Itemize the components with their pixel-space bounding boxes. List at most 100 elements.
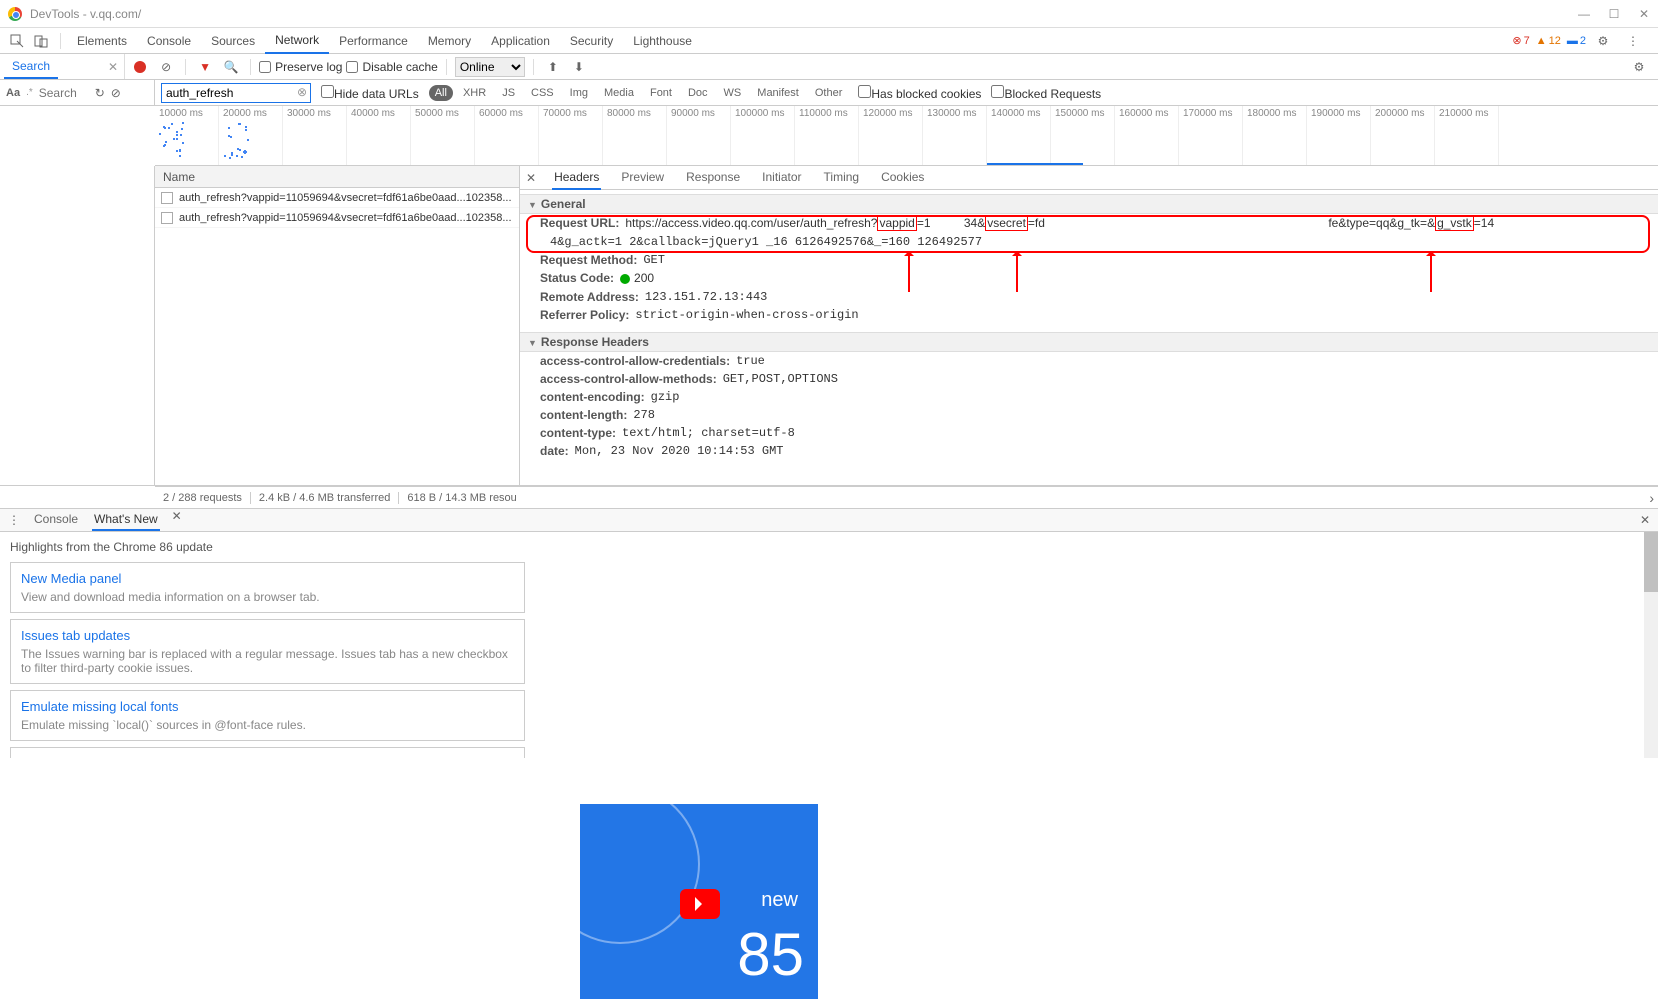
filter-input[interactable] bbox=[161, 83, 311, 103]
clear-search-icon[interactable]: ⊘ bbox=[111, 86, 121, 100]
request-checkbox[interactable] bbox=[161, 212, 173, 224]
drawer-tab-console[interactable]: Console bbox=[32, 509, 80, 531]
settings-gear-icon[interactable]: ⚙ bbox=[1592, 30, 1614, 52]
whatsnew-card[interactable]: New Media panelView and download media i… bbox=[10, 562, 525, 613]
close-drawer-icon[interactable]: ✕ bbox=[1640, 513, 1650, 527]
filter-icon[interactable]: ▼ bbox=[196, 58, 214, 76]
type-filter-other[interactable]: Other bbox=[809, 85, 849, 101]
maximize-button[interactable]: ☐ bbox=[1608, 8, 1620, 20]
throttling-select[interactable]: Online bbox=[455, 57, 525, 77]
refresh-icon[interactable]: ↻ bbox=[95, 86, 105, 100]
detail-tab-headers[interactable]: Headers bbox=[552, 166, 601, 190]
upload-har-icon[interactable]: ⬆ bbox=[544, 58, 562, 76]
timeline-tick: 200000 ms bbox=[1371, 106, 1435, 165]
clear-button[interactable]: ⊘ bbox=[157, 58, 175, 76]
clear-filter-icon[interactable]: ⊗ bbox=[297, 85, 307, 99]
timeline-tick: 30000 ms bbox=[283, 106, 347, 165]
drawer-tab-what-s-new[interactable]: What's New bbox=[92, 509, 160, 531]
tab-sources[interactable]: Sources bbox=[201, 28, 265, 54]
blocked-requests-checkbox[interactable]: Blocked Requests bbox=[991, 85, 1101, 101]
timeline-tick: 150000 ms bbox=[1051, 106, 1115, 165]
request-list-panel: Name auth_refresh?vappid=11059694&vsecre… bbox=[155, 166, 520, 485]
detail-tab-initiator[interactable]: Initiator bbox=[760, 166, 803, 190]
inspect-icon[interactable] bbox=[6, 30, 28, 52]
annotation-gvstk: g_vstk bbox=[1435, 215, 1474, 231]
message-count[interactable]: ▬ 2 bbox=[1567, 35, 1586, 47]
preserve-log-checkbox[interactable]: Preserve log bbox=[259, 60, 342, 74]
drawer-tab-strip: ⋮ Console What's New ✕ ✕ bbox=[0, 508, 1658, 532]
search-panel-tab[interactable]: Search bbox=[4, 55, 58, 79]
request-row[interactable]: auth_refresh?vappid=11059694&vsecret=fdf… bbox=[155, 208, 519, 228]
type-filter-font[interactable]: Font bbox=[644, 85, 678, 101]
card-title[interactable]: New Media panel bbox=[21, 571, 514, 586]
window-title: DevTools - v.qq.com/ bbox=[30, 7, 1578, 21]
hide-data-urls-checkbox[interactable]: Hide data URLs bbox=[321, 85, 419, 101]
device-toggle-icon[interactable] bbox=[30, 30, 52, 52]
response-header-row: access-control-allow-credentials:true bbox=[520, 352, 1658, 370]
search-input[interactable] bbox=[39, 86, 89, 100]
record-button[interactable] bbox=[131, 58, 149, 76]
request-row[interactable]: auth_refresh?vappid=11059694&vsecret=fdf… bbox=[155, 188, 519, 208]
separator bbox=[60, 33, 61, 49]
timeline-tick: 170000 ms bbox=[1179, 106, 1243, 165]
disable-cache-checkbox[interactable]: Disable cache bbox=[346, 60, 437, 74]
request-checkbox[interactable] bbox=[161, 192, 173, 204]
type-filter-xhr[interactable]: XHR bbox=[457, 85, 492, 101]
timeline-tick: 70000 ms bbox=[539, 106, 603, 165]
type-filter-css[interactable]: CSS bbox=[525, 85, 560, 101]
network-settings-icon[interactable]: ⚙ bbox=[1630, 58, 1648, 76]
type-filter-js[interactable]: JS bbox=[496, 85, 521, 101]
timeline-tick: 50000 ms bbox=[411, 106, 475, 165]
card-desc: The Issues warning bar is replaced with … bbox=[21, 647, 514, 675]
type-filter-ws[interactable]: WS bbox=[718, 85, 748, 101]
tab-elements[interactable]: Elements bbox=[67, 28, 137, 54]
scroll-right-icon[interactable]: › bbox=[1649, 490, 1654, 506]
close-search-icon[interactable]: ✕ bbox=[108, 60, 118, 74]
search-icon[interactable]: 🔍 bbox=[222, 58, 240, 76]
tab-performance[interactable]: Performance bbox=[329, 28, 418, 54]
more-icon[interactable]: ⋮ bbox=[1622, 30, 1644, 52]
card-title[interactable]: Emulate inactive users bbox=[21, 756, 514, 758]
detail-tab-timing[interactable]: Timing bbox=[822, 166, 862, 190]
timeline-overview[interactable]: 10000 ms20000 ms30000 ms40000 ms50000 ms… bbox=[155, 106, 1658, 166]
detail-tab-cookies[interactable]: Cookies bbox=[879, 166, 926, 190]
type-filter-all[interactable]: All bbox=[429, 85, 453, 101]
tab-security[interactable]: Security bbox=[560, 28, 623, 54]
tab-console[interactable]: Console bbox=[137, 28, 201, 54]
match-case-icon[interactable]: Aa bbox=[6, 87, 20, 99]
card-title[interactable]: Issues tab updates bbox=[21, 628, 514, 643]
status-code-row: Status Code:200 bbox=[520, 269, 1658, 288]
drawer-scrollbar[interactable] bbox=[1644, 532, 1658, 758]
download-har-icon[interactable]: ⬇ bbox=[570, 58, 588, 76]
tab-network[interactable]: Network bbox=[265, 28, 329, 54]
type-filter-doc[interactable]: Doc bbox=[682, 85, 714, 101]
name-column-header[interactable]: Name bbox=[155, 166, 519, 188]
has-blocked-cookies-checkbox[interactable]: Has blocked cookies bbox=[858, 85, 981, 101]
whatsnew-card[interactable]: Issues tab updates The Issues warning bar… bbox=[10, 619, 525, 684]
warning-count[interactable]: ▲ 12 bbox=[1536, 35, 1561, 47]
detail-tab-response[interactable]: Response bbox=[684, 166, 742, 190]
detail-tab-preview[interactable]: Preview bbox=[619, 166, 666, 190]
general-section-header[interactable]: General bbox=[520, 194, 1658, 214]
tab-lighthouse[interactable]: Lighthouse bbox=[623, 28, 702, 54]
card-title[interactable]: Emulate missing local fonts bbox=[21, 699, 514, 714]
whatsnew-card[interactable]: Emulate inactive usersEmulate idle state… bbox=[10, 747, 525, 758]
close-button[interactable]: ✕ bbox=[1638, 8, 1650, 20]
type-filter-img[interactable]: Img bbox=[564, 85, 594, 101]
drawer-more-icon[interactable]: ⋮ bbox=[8, 513, 20, 527]
regex-icon[interactable]: .* bbox=[26, 87, 33, 98]
response-header-row: content-encoding:gzip bbox=[520, 388, 1658, 406]
close-detail-icon[interactable]: ✕ bbox=[526, 171, 536, 185]
timeline-selection bbox=[987, 163, 1083, 165]
minimize-button[interactable]: — bbox=[1578, 8, 1590, 20]
error-count[interactable]: ⊗ 7 bbox=[1512, 34, 1529, 47]
close-whatsnew-icon[interactable]: ✕ bbox=[172, 509, 182, 531]
type-filter-media[interactable]: Media bbox=[598, 85, 640, 101]
tab-application[interactable]: Application bbox=[481, 28, 560, 54]
search-results-panel bbox=[0, 166, 155, 485]
tab-memory[interactable]: Memory bbox=[418, 28, 481, 54]
response-headers-section-header[interactable]: Response Headers bbox=[520, 332, 1658, 352]
type-filter-manifest[interactable]: Manifest bbox=[751, 85, 805, 101]
annotation-arrow bbox=[1016, 252, 1018, 292]
whatsnew-card[interactable]: Emulate missing local fontsEmulate missi… bbox=[10, 690, 525, 741]
